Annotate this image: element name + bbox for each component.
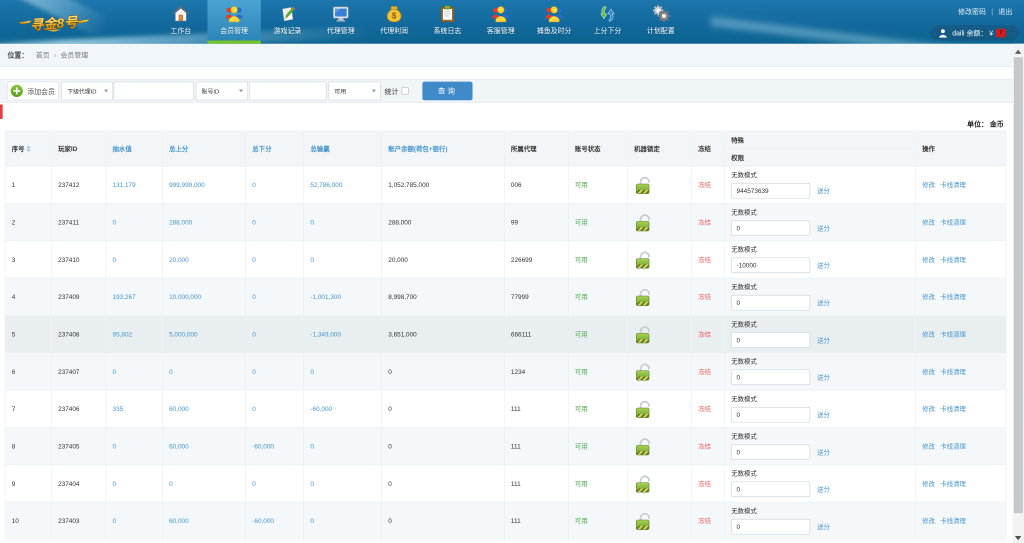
svg-text:$: $ xyxy=(392,12,397,21)
